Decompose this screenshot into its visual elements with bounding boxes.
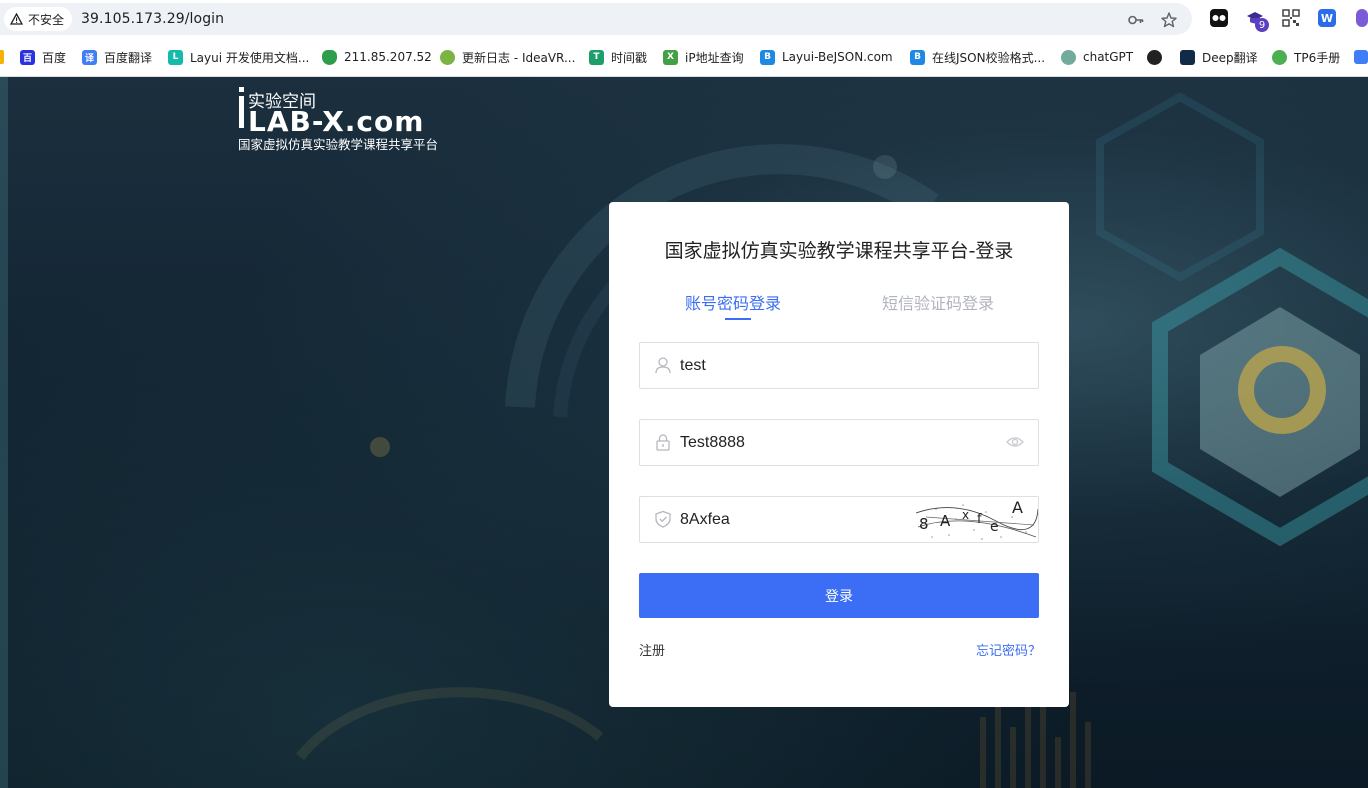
username-input[interactable] <box>680 343 960 388</box>
star-icon[interactable] <box>1160 11 1178 29</box>
logo-i-mark <box>239 87 244 128</box>
baidu-icon: 百 <box>20 49 35 65</box>
captcha-image[interactable]: 8 A x f e A <box>916 497 1038 542</box>
bookmark-item[interactable]: B 在线JSON校验格式... <box>910 48 1045 66</box>
password-field[interactable] <box>639 419 1039 466</box>
chatgpt-icon <box>1061 49 1076 65</box>
password-input[interactable] <box>680 420 960 465</box>
security-label: 不安全 <box>28 12 65 27</box>
captcha-char-1: 8 <box>919 515 929 533</box>
security-chip[interactable]: 不安全 <box>4 7 73 31</box>
url-text[interactable]: 39.105.173.29/login <box>81 11 224 27</box>
bookmark-item[interactable]: chatGPT <box>1061 48 1133 66</box>
register-link[interactable]: 注册 <box>639 640 665 659</box>
eye-icon[interactable] <box>1006 434 1024 450</box>
shield-check-icon <box>655 510 671 528</box>
tab-sms-login[interactable]: 短信验证码登录 <box>882 290 994 314</box>
captcha-char-3: x <box>962 508 969 522</box>
logo-subtitle: 国家虚拟仿真实验教学课程共享平台 <box>238 137 439 152</box>
ideavr-icon <box>440 49 455 65</box>
login-submit-button[interactable]: 登录 <box>639 573 1039 618</box>
globe-icon <box>1147 49 1162 65</box>
shield-green-icon <box>322 49 337 65</box>
bookmark-item[interactable]: X iP地址查询 <box>663 48 744 66</box>
active-tab-indicator <box>725 318 751 320</box>
bookmark-item[interactable]: T 时间戳 <box>589 48 647 66</box>
bookmark-item[interactable]: L Layui 开发使用文档... <box>168 48 309 66</box>
bookmark-item[interactable]: 百 百度 <box>20 48 66 66</box>
browser-toolbar: 不安全 39.105.173.29/login 9 W <box>0 0 1368 38</box>
tab-password-login[interactable]: 账号密码登录 <box>685 290 781 314</box>
bookmark-item[interactable]: 211.85.207.52 <box>322 48 432 66</box>
username-field[interactable] <box>639 342 1039 389</box>
warning-icon <box>10 13 23 25</box>
key-icon[interactable] <box>1127 11 1145 29</box>
deepl-icon <box>1180 49 1195 65</box>
ip-icon: X <box>663 49 678 65</box>
qr-code-icon[interactable] <box>1282 9 1300 27</box>
bookmark-item[interactable]: B Layui-BeJSON.com <box>760 48 893 66</box>
captcha-char-5: e <box>990 519 999 535</box>
login-title: 国家虚拟仿真实验教学课程共享平台-登录 <box>664 240 1014 262</box>
login-card: 国家虚拟仿真实验教学课程共享平台-登录 账号密码登录 短信验证码登录 test … <box>609 202 1069 707</box>
captcha-char-4: f <box>977 512 982 527</box>
more-bookmarks-icon[interactable] <box>1354 50 1368 64</box>
captcha-field[interactable]: 8 A x f e A <box>639 496 1039 543</box>
bookmarks-bar: 百 百度 译 百度翻译 L Layui 开发使用文档... 211.85.207… <box>0 38 1368 77</box>
lock-icon <box>656 434 670 451</box>
extension-glasses-icon[interactable] <box>1210 9 1228 27</box>
timestamp-icon: T <box>589 49 604 65</box>
bookmark-item[interactable]: 更新日志 - IdeaVR... <box>440 48 575 66</box>
captcha-char-2: A <box>940 512 951 530</box>
page-background: 实验空间 LAB-X.com 国家虚拟仿真实验教学课程共享平台 国家虚拟仿真实验… <box>0 77 1368 788</box>
extension-w-icon[interactable]: W <box>1318 9 1336 27</box>
extension-badge: 9 <box>1255 18 1269 32</box>
bejson-icon: B <box>760 49 775 65</box>
layui-icon: L <box>168 49 183 65</box>
bookmark-item[interactable]: Deep翻译 <box>1180 48 1258 66</box>
bookmark-item[interactable] <box>1147 48 1169 66</box>
captcha-char-6: A <box>1012 498 1023 517</box>
json-icon: B <box>910 49 925 65</box>
bookmark-item[interactable]: TP6手册 <box>1272 48 1340 66</box>
apps-icon[interactable] <box>0 50 4 64</box>
tp6-icon <box>1272 49 1287 65</box>
profile-icon[interactable] <box>1356 9 1368 27</box>
forgot-password-link[interactable]: 忘记密码？ <box>976 640 1041 659</box>
user-icon <box>655 357 671 374</box>
translate-icon: 译 <box>82 49 97 65</box>
address-bar[interactable]: 不安全 39.105.173.29/login <box>0 3 1192 35</box>
bookmark-item[interactable]: 译 百度翻译 <box>82 48 152 66</box>
